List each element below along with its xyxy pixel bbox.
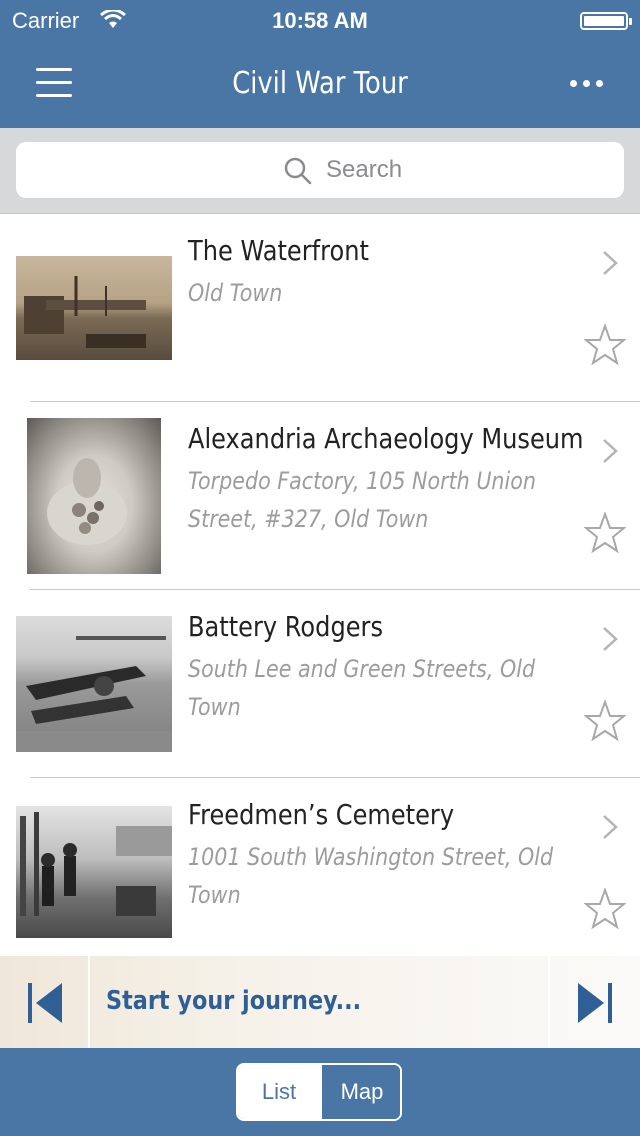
- place-address: South Lee and Green Streets, Old Town: [188, 655, 536, 721]
- status-time: 10:58 AM: [272, 8, 368, 33]
- list-item[interactable]: The Waterfront Old Town: [0, 214, 640, 402]
- chevron-right-icon: [603, 627, 618, 651]
- view-toggle: List Map: [236, 1063, 402, 1121]
- list-item[interactable]: Battery Rodgers South Lee and Green Stre…: [0, 590, 640, 778]
- chevron-right-icon: [603, 439, 618, 463]
- search-placeholder: Search: [326, 156, 403, 183]
- list-item[interactable]: Alexandria Archaeology Museum Torpedo Fa…: [0, 402, 640, 590]
- place-thumbnail: [16, 616, 172, 752]
- search-icon: [284, 157, 312, 185]
- place-address: 1001 South Washington Street, Old Town: [188, 843, 554, 909]
- tour-player-bar: Start your journey...: [0, 956, 640, 1048]
- player-status-text: Start your journey...: [106, 986, 362, 1016]
- favorite-star-icon[interactable]: [584, 324, 626, 366]
- previous-stop-button[interactable]: [0, 956, 90, 1048]
- page-title: Civil War Tour: [232, 66, 408, 101]
- bottom-toolbar: List Map: [0, 1048, 640, 1136]
- chevron-right-icon: [603, 251, 618, 275]
- place-title: Freedmen’s Cemetery: [188, 798, 455, 831]
- ellipsis-icon[interactable]: [570, 80, 604, 88]
- place-title: Alexandria Archaeology Museum: [188, 422, 584, 455]
- skip-previous-icon: [28, 983, 62, 1023]
- place-thumbnail: [27, 418, 161, 574]
- status-bar: Carrier 10:58 AM: [0, 0, 640, 40]
- place-address: Torpedo Factory, 105 North Union Street,…: [188, 467, 536, 533]
- favorite-star-icon[interactable]: [584, 512, 626, 554]
- place-thumbnail: [16, 806, 172, 938]
- battery-icon: [580, 12, 632, 30]
- place-thumbnail: [16, 256, 172, 360]
- places-list: The Waterfront Old Town Alexandria Archa…: [0, 214, 640, 956]
- list-item[interactable]: Freedmen’s Cemetery 1001 South Washingto…: [0, 778, 640, 956]
- list-view-tab[interactable]: List: [238, 1065, 320, 1119]
- place-address: Old Town: [188, 279, 283, 307]
- map-view-tab[interactable]: Map: [320, 1065, 400, 1119]
- place-title: The Waterfront: [188, 234, 369, 267]
- navigation-header: Carrier 10:58 AM Civil War Tour: [0, 0, 640, 128]
- favorite-star-icon[interactable]: [584, 888, 626, 930]
- chevron-right-icon: [603, 815, 618, 839]
- search-input[interactable]: Search: [16, 142, 624, 198]
- skip-next-icon: [578, 983, 612, 1023]
- search-bar: Search: [0, 128, 640, 214]
- place-title: Battery Rodgers: [188, 610, 383, 643]
- next-stop-button[interactable]: [548, 956, 640, 1048]
- favorite-star-icon[interactable]: [584, 700, 626, 742]
